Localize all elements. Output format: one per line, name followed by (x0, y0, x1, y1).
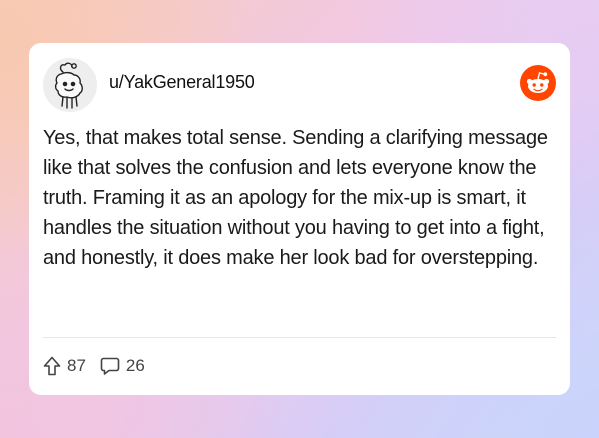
upvote-arrow-icon (43, 356, 61, 376)
user-avatar[interactable] (43, 58, 97, 112)
upvote-count: 87 (67, 356, 86, 375)
upvote-button[interactable]: 87 (43, 356, 86, 376)
reddit-logo (520, 65, 556, 101)
comment-count: 26 (125, 356, 145, 375)
reddit-logo-icon (520, 65, 556, 101)
comments-button[interactable]: 26 (100, 356, 145, 376)
comment-card: u/YakGeneral1950 Yes, that makes total s… (29, 43, 570, 395)
username-link[interactable]: u/YakGeneral1950 (109, 71, 255, 93)
snoo-avatar-icon (54, 62, 83, 109)
comment-actions: 87 26 (43, 353, 159, 379)
comment-bubble-icon (100, 357, 120, 375)
divider (43, 337, 556, 338)
comment-body: Yes, that makes total sense. Sending a c… (43, 127, 548, 269)
